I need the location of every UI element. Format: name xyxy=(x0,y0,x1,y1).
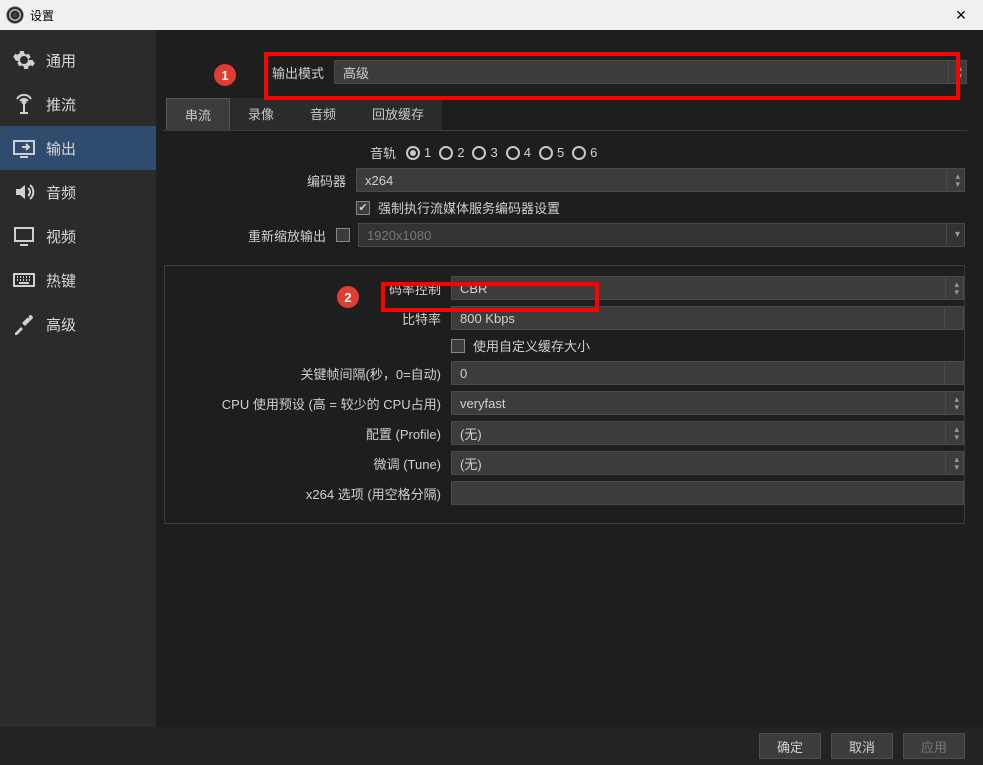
sidebar-item-stream[interactable]: 推流 xyxy=(0,82,156,126)
annotation-badge-2: 2 xyxy=(337,286,359,308)
radio-icon xyxy=(506,146,520,160)
encoder-select[interactable]: x264 ▴▾ xyxy=(356,168,965,192)
radio-icon xyxy=(439,146,453,160)
keyboard-icon xyxy=(12,268,36,292)
sidebar-item-label: 推流 xyxy=(46,94,76,115)
enforce-label: 强制执行流媒体服务编码器设置 xyxy=(378,198,560,217)
radio-icon xyxy=(572,146,586,160)
cancel-button[interactable]: 取消 xyxy=(831,733,893,759)
output-icon xyxy=(12,136,36,160)
sidebar-item-hotkeys[interactable]: 热键 xyxy=(0,258,156,302)
monitor-icon xyxy=(12,224,36,248)
profile-value: (无) xyxy=(460,424,482,443)
encoder-value: x264 xyxy=(365,173,393,188)
custom-buffer-label: 使用自定义缓存大小 xyxy=(473,336,590,355)
encoder-settings-group: 2 码率控制 CBR ▴▾ 比特率 800 Kbps xyxy=(164,265,965,524)
rate-control-select[interactable]: CBR ▴▾ xyxy=(451,276,964,300)
sidebar-item-advanced[interactable]: 高级 xyxy=(0,302,156,346)
ok-button[interactable]: 确定 xyxy=(759,733,821,759)
audio-track-3[interactable]: 3 xyxy=(472,145,497,160)
x264opts-label: x264 选项 (用空格分隔) xyxy=(165,484,451,503)
sidebar-item-video[interactable]: 视频 xyxy=(0,214,156,258)
cpu-preset-select[interactable]: veryfast ▴▾ xyxy=(451,391,964,415)
obs-logo-icon xyxy=(6,6,24,24)
tab-record[interactable]: 录像 xyxy=(230,98,292,130)
tab-stream[interactable]: 串流 xyxy=(166,98,230,130)
sidebar-item-label: 视频 xyxy=(46,226,76,247)
output-mode-label: 输出模式 xyxy=(272,63,324,82)
sidebar-item-label: 输出 xyxy=(46,138,76,159)
cpu-preset-value: veryfast xyxy=(460,396,506,411)
sidebar: 通用 推流 输出 音频 视频 热键 高级 xyxy=(0,30,156,727)
audio-track-2[interactable]: 2 xyxy=(439,145,464,160)
output-mode-value: 高级 xyxy=(343,63,369,82)
encoder-label: 编码器 xyxy=(164,171,356,190)
bitrate-value: 800 Kbps xyxy=(460,311,515,326)
tune-select[interactable]: (无) ▴▾ xyxy=(451,451,964,475)
dialog-footer: 确定 取消 应用 xyxy=(0,727,983,765)
keyint-input[interactable]: 0 xyxy=(451,361,964,385)
sidebar-item-output[interactable]: 输出 xyxy=(0,126,156,170)
output-mode-select[interactable]: 高级 ▴▾ xyxy=(334,60,967,84)
radio-icon xyxy=(472,146,486,160)
audio-track-5[interactable]: 5 xyxy=(539,145,564,160)
audio-track-label: 音轨 xyxy=(164,143,406,162)
custom-buffer-checkbox[interactable] xyxy=(451,339,465,353)
sidebar-item-label: 音频 xyxy=(46,182,76,203)
rescale-select[interactable]: 1920x1080 ▾ xyxy=(358,223,965,247)
tune-value: (无) xyxy=(460,454,482,473)
sidebar-item-label: 高级 xyxy=(46,314,76,335)
annotation-badge-1: 1 xyxy=(214,64,236,86)
rate-control-label: 码率控制 xyxy=(165,279,451,298)
antenna-icon xyxy=(12,92,36,116)
sidebar-item-audio[interactable]: 音频 xyxy=(0,170,156,214)
window-title: 设置 xyxy=(30,7,54,24)
keyint-value: 0 xyxy=(460,366,467,381)
audio-track-6[interactable]: 6 xyxy=(572,145,597,160)
sidebar-item-label: 通用 xyxy=(46,50,76,71)
tools-icon xyxy=(12,312,36,336)
close-button[interactable]: × xyxy=(945,6,977,24)
rate-control-value: CBR xyxy=(460,281,487,296)
sidebar-item-general[interactable]: 通用 xyxy=(0,38,156,82)
radio-icon xyxy=(406,146,420,160)
profile-label: 配置 (Profile) xyxy=(165,424,451,443)
x264opts-input[interactable] xyxy=(451,481,964,505)
speaker-icon xyxy=(12,180,36,204)
tab-bar: 串流 录像 音频 回放缓存 xyxy=(162,98,967,131)
rescale-checkbox[interactable] xyxy=(336,228,350,242)
apply-button[interactable]: 应用 xyxy=(903,733,965,759)
titlebar: 设置 × xyxy=(0,0,983,30)
tab-audio[interactable]: 音频 xyxy=(292,98,354,130)
rescale-label: 重新缩放输出 xyxy=(164,226,336,245)
keyint-label: 关键帧间隔(秒，0=自动) xyxy=(165,364,451,383)
enforce-checkbox[interactable] xyxy=(356,201,370,215)
tab-replay[interactable]: 回放缓存 xyxy=(354,98,442,130)
bitrate-label: 比特率 xyxy=(165,309,451,328)
sidebar-item-label: 热键 xyxy=(46,270,76,291)
audio-track-1[interactable]: 1 xyxy=(406,145,431,160)
audio-track-group: 1 2 3 4 5 6 xyxy=(406,145,965,160)
profile-select[interactable]: (无) ▴▾ xyxy=(451,421,964,445)
tune-label: 微调 (Tune) xyxy=(165,454,451,473)
gear-icon xyxy=(12,48,36,72)
radio-icon xyxy=(539,146,553,160)
cpu-preset-label: CPU 使用预设 (高 = 较少的 CPU占用) xyxy=(165,394,451,413)
rescale-value: 1920x1080 xyxy=(367,228,431,243)
bitrate-input[interactable]: 800 Kbps xyxy=(451,306,964,330)
audio-track-4[interactable]: 4 xyxy=(506,145,531,160)
